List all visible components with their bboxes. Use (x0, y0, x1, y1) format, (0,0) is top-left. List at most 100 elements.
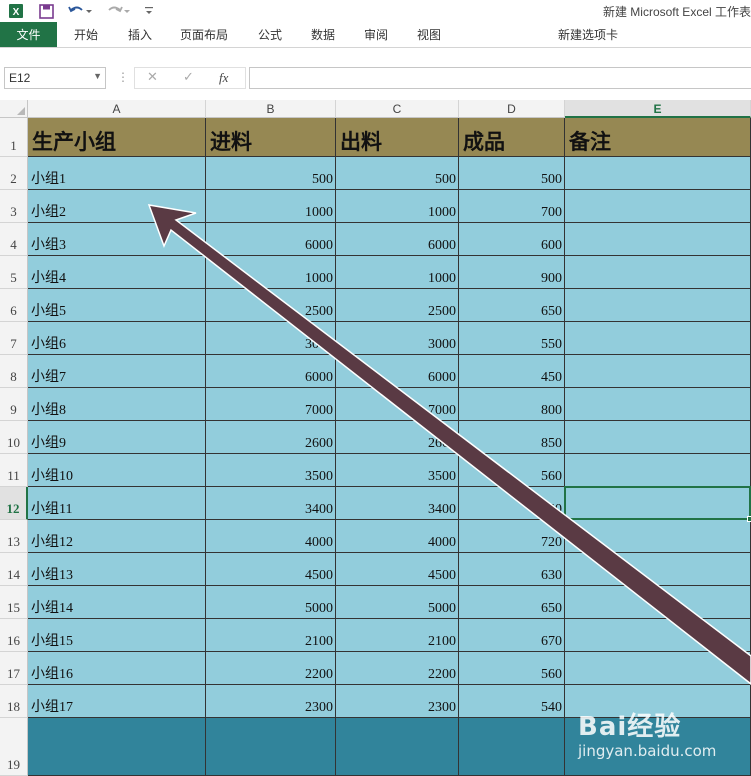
data-cell-b9[interactable]: 7000 (206, 388, 336, 421)
data-cell-a7[interactable]: 小组6 (28, 322, 206, 355)
row-header-9[interactable]: 9 (0, 388, 28, 421)
column-header-c[interactable]: C (336, 100, 459, 118)
data-cell-e18[interactable] (565, 685, 751, 718)
chevron-down-icon[interactable]: ▼ (93, 71, 102, 81)
column-header-a[interactable]: A (28, 100, 206, 118)
data-cell-b17[interactable]: 2200 (206, 652, 336, 685)
row-header-3[interactable]: 3 (0, 190, 28, 223)
data-cell-a10[interactable]: 小组9 (28, 421, 206, 454)
data-cell-a11[interactable]: 小组10 (28, 454, 206, 487)
data-cell-e4[interactable] (565, 223, 751, 256)
data-cell-c8[interactable]: 6000 (336, 355, 459, 388)
data-cell-c2[interactable]: 500 (336, 157, 459, 190)
data-cell-c15[interactable]: 5000 (336, 586, 459, 619)
data-cell-d17[interactable]: 560 (459, 652, 565, 685)
data-cell-d2[interactable]: 500 (459, 157, 565, 190)
name-box[interactable]: E12 ▼ (4, 67, 106, 89)
data-cell-e5[interactable] (565, 256, 751, 289)
header-cell-c[interactable]: 出料 (336, 118, 459, 157)
data-cell-c13[interactable]: 4000 (336, 520, 459, 553)
data-cell-a15[interactable]: 小组14 (28, 586, 206, 619)
data-cell-c6[interactable]: 2500 (336, 289, 459, 322)
data-cell-b11[interactable]: 3500 (206, 454, 336, 487)
row-header-11[interactable]: 11 (0, 454, 28, 487)
data-cell-d8[interactable]: 450 (459, 355, 565, 388)
spreadsheet-grid[interactable]: A B C D E 1 2 3 4 5 6 7 8 9 10 11 12 13 14 15 16 17 18 19 生产小组 进料… (0, 100, 751, 776)
data-cell-b7[interactable]: 3000 (206, 322, 336, 355)
data-cell-e3[interactable] (565, 190, 751, 223)
data-cell-c3[interactable]: 1000 (336, 190, 459, 223)
data-cell-d14[interactable]: 630 (459, 553, 565, 586)
data-cell-e6[interactable] (565, 289, 751, 322)
row-header-14[interactable]: 14 (0, 553, 28, 586)
column-header-e[interactable]: E (565, 100, 751, 118)
data-cell-b15[interactable]: 5000 (206, 586, 336, 619)
data-cell-d13[interactable]: 720 (459, 520, 565, 553)
tab-formulas[interactable]: 公式 (258, 22, 282, 47)
tab-view[interactable]: 视图 (417, 22, 441, 47)
data-cell-d11[interactable]: 560 (459, 454, 565, 487)
data-cell-a17[interactable]: 小组16 (28, 652, 206, 685)
footer-cell-e19[interactable] (565, 718, 751, 776)
footer-cell-d19[interactable] (459, 718, 565, 776)
tab-data[interactable]: 数据 (311, 22, 335, 47)
row-header-5[interactable]: 5 (0, 256, 28, 289)
data-cell-b3[interactable]: 1000 (206, 190, 336, 223)
tab-insert[interactable]: 插入 (128, 22, 152, 47)
data-cell-d9[interactable]: 800 (459, 388, 565, 421)
data-cell-a3[interactable]: 小组2 (28, 190, 206, 223)
data-cell-e9[interactable] (565, 388, 751, 421)
data-cell-b12[interactable]: 3400 (206, 487, 336, 520)
header-cell-d[interactable]: 成品 (459, 118, 565, 157)
data-cell-d15[interactable]: 650 (459, 586, 565, 619)
tab-review[interactable]: 审阅 (364, 22, 388, 47)
header-cell-e[interactable]: 备注 (565, 118, 751, 157)
data-cell-d4[interactable]: 600 (459, 223, 565, 256)
data-cell-a18[interactable]: 小组17 (28, 685, 206, 718)
data-cell-e7[interactable] (565, 322, 751, 355)
insert-function-icon[interactable]: fx (219, 70, 228, 86)
data-cell-a8[interactable]: 小组7 (28, 355, 206, 388)
customize-icon[interactable] (142, 2, 156, 20)
data-cell-e16[interactable] (565, 619, 751, 652)
tab-new-tab[interactable]: 新建选项卡 (558, 22, 618, 47)
data-cell-a9[interactable]: 小组8 (28, 388, 206, 421)
select-all-corner[interactable] (0, 100, 28, 118)
data-cell-e8[interactable] (565, 355, 751, 388)
row-header-2[interactable]: 2 (0, 157, 28, 190)
row-header-13[interactable]: 13 (0, 520, 28, 553)
data-cell-b2[interactable]: 500 (206, 157, 336, 190)
footer-cell-c19[interactable] (336, 718, 459, 776)
row-header-8[interactable]: 8 (0, 355, 28, 388)
footer-cell-a19[interactable] (28, 718, 206, 776)
row-header-7[interactable]: 7 (0, 322, 28, 355)
data-cell-c4[interactable]: 6000 (336, 223, 459, 256)
data-cell-c11[interactable]: 3500 (336, 454, 459, 487)
footer-cell-b19[interactable] (206, 718, 336, 776)
data-cell-c9[interactable]: 7000 (336, 388, 459, 421)
header-cell-b[interactable]: 进料 (206, 118, 336, 157)
data-cell-d6[interactable]: 650 (459, 289, 565, 322)
formula-bar-grip-icon[interactable]: ⋮ (117, 70, 129, 84)
data-cell-c10[interactable]: 2600 (336, 421, 459, 454)
data-cell-b18[interactable]: 2300 (206, 685, 336, 718)
data-cell-a6[interactable]: 小组5 (28, 289, 206, 322)
save-icon[interactable] (36, 2, 56, 20)
data-cell-a16[interactable]: 小组15 (28, 619, 206, 652)
data-cell-b10[interactable]: 2600 (206, 421, 336, 454)
data-cell-e13[interactable] (565, 520, 751, 553)
data-cell-b14[interactable]: 4500 (206, 553, 336, 586)
data-cell-a12[interactable]: 小组11 (28, 487, 206, 520)
undo-icon[interactable] (66, 2, 94, 20)
row-header-18[interactable]: 18 (0, 685, 28, 718)
row-header-12[interactable]: 12 (0, 487, 28, 520)
data-cell-d5[interactable]: 900 (459, 256, 565, 289)
data-cell-c16[interactable]: 2100 (336, 619, 459, 652)
data-cell-d10[interactable]: 850 (459, 421, 565, 454)
data-cell-d12[interactable]: 540 (459, 487, 565, 520)
formula-input[interactable] (249, 67, 751, 89)
data-cell-a14[interactable]: 小组13 (28, 553, 206, 586)
cancel-icon[interactable]: ✕ (147, 70, 158, 85)
confirm-icon[interactable]: ✓ (183, 70, 194, 85)
tab-home[interactable]: 开始 (74, 22, 98, 47)
